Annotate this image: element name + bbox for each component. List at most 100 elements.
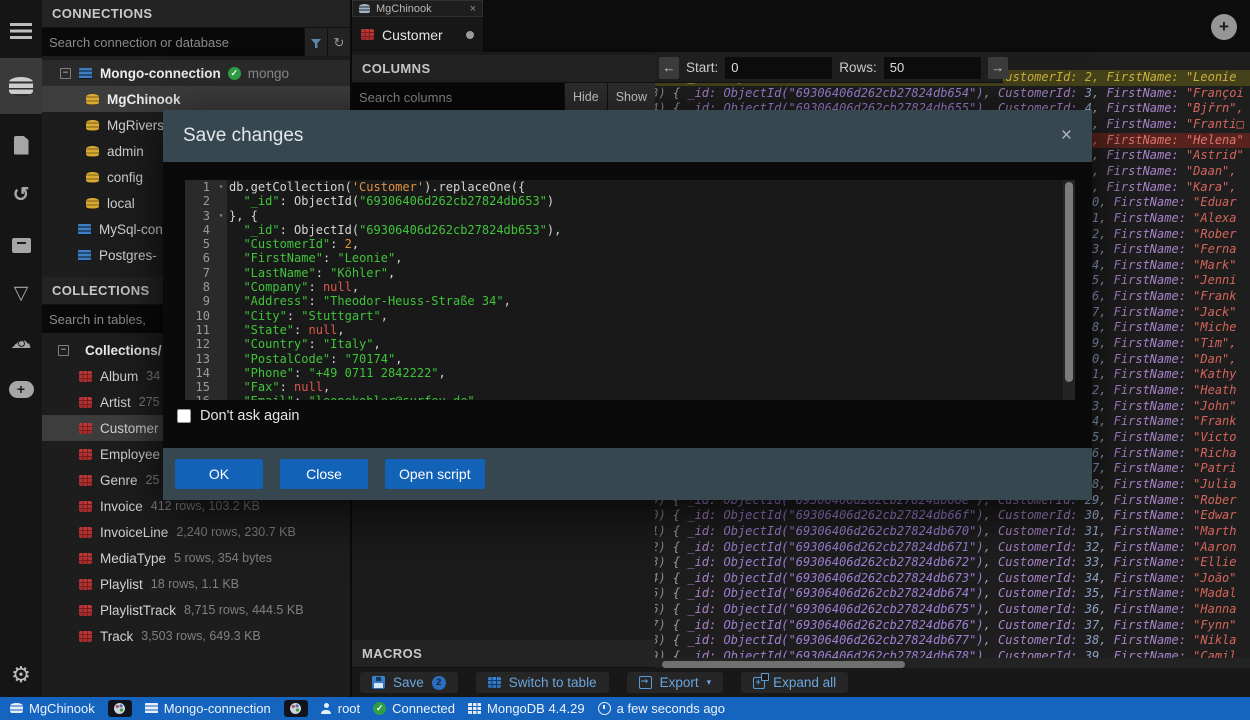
document-row[interactable]: 32) { _id: ObjectId("69306406d262cb27824…	[655, 540, 1250, 556]
ok-button[interactable]: OK	[175, 459, 263, 489]
code-line: 11 "State": null,	[185, 323, 1075, 337]
code-line: 7 "LastName": "Köhler",	[185, 266, 1075, 280]
show-button[interactable]: Show	[607, 83, 655, 111]
gear-icon[interactable]: ⚙	[0, 652, 42, 698]
status-database[interactable]: MgChinook	[10, 701, 95, 716]
table-icon	[361, 29, 374, 40]
expand-all-button[interactable]: Expand all	[741, 672, 848, 693]
pager-toolbar: ← Start: Rows: →	[655, 53, 1003, 83]
palette-icon	[290, 703, 301, 714]
tab-customer-label: Customer	[382, 27, 443, 43]
switch-to-table-button[interactable]: Switch to table	[476, 672, 609, 693]
page-back-button[interactable]: ←	[659, 57, 679, 79]
open-script-button[interactable]: Open script	[385, 459, 485, 489]
app-window: ↺ ▽ ☁ + ⚙ CONNECTIONS ↻ −Mongo-connectio…	[0, 0, 1250, 720]
refresh-icon[interactable]: ↻	[327, 28, 350, 56]
save-badge: 2	[432, 676, 446, 690]
document-row[interactable]: 34) { _id: ObjectId("69306406d262cb27824…	[655, 571, 1250, 587]
scrollbar-thumb[interactable]	[1065, 182, 1073, 382]
server-icon	[79, 68, 92, 79]
close-icon[interactable]: ×	[1061, 125, 1072, 147]
collection-item-invoiceline[interactable]: InvoiceLine2,240 rows, 230.7 KB	[42, 519, 350, 545]
macros-header: MACROS	[352, 640, 655, 668]
menu-icon[interactable]	[0, 8, 42, 54]
cloud-search-icon[interactable]: ☁	[0, 318, 42, 364]
status-bar: MgChinook Mongo-connection root ✓ Connec…	[0, 697, 1250, 720]
table-icon	[79, 631, 92, 642]
connections-search-input[interactable]	[42, 28, 304, 56]
archive-icon[interactable]	[0, 222, 42, 268]
save-button[interactable]: Save 2	[360, 672, 458, 693]
status-connected: ✓ Connected	[373, 701, 455, 716]
table-icon	[79, 397, 92, 408]
history-icon[interactable]: ↺	[0, 172, 42, 218]
code-line: 12 "Country": "Italy",	[185, 337, 1075, 351]
save-changes-modal: Save changes × 1▾db.getCollection('Custo…	[163, 110, 1092, 500]
table-icon	[79, 527, 92, 538]
tab-customer[interactable]: Customer	[352, 17, 483, 52]
add-pill-icon[interactable]: +	[0, 366, 42, 412]
code-line: 8 "Company": null,	[185, 280, 1075, 294]
script-editor[interactable]: 1▾db.getCollection('Customer').replaceOn…	[185, 180, 1075, 400]
connection-color-chip[interactable]	[284, 700, 308, 717]
database-icon	[86, 146, 99, 157]
fold-icon[interactable]: ▾	[215, 180, 227, 194]
collection-item-playlist[interactable]: Playlist18 rows, 1.1 KB	[42, 571, 350, 597]
tab-group-mgchinook[interactable]: MgChinook ×	[352, 0, 483, 17]
checkbox-icon[interactable]	[177, 409, 191, 423]
table-icon	[79, 605, 92, 616]
table-icon	[79, 475, 92, 486]
page-forward-button[interactable]: →	[988, 57, 1008, 79]
filter-triangle-icon[interactable]: ▽	[0, 270, 42, 316]
database-color-chip[interactable]	[108, 700, 132, 717]
columns-search-input[interactable]	[352, 83, 564, 111]
scrollbar-thumb[interactable]	[662, 661, 905, 668]
status-version: MongoDB 4.4.29	[468, 701, 585, 716]
connections-header: CONNECTIONS	[42, 0, 350, 28]
editor-scrollbar[interactable]	[1063, 180, 1075, 400]
new-tab-button[interactable]: +	[1211, 14, 1237, 40]
start-input[interactable]	[725, 57, 832, 79]
code-line: 10 "City": "Stuttgart",	[185, 309, 1075, 323]
fold-icon	[215, 366, 227, 380]
fold-icon[interactable]: ▾	[215, 209, 227, 223]
document-row[interactable]: 38) { _id: ObjectId("69306406d262cb27824…	[655, 633, 1250, 649]
document-row[interactable]: 35) { _id: ObjectId("69306406d262cb27824…	[655, 586, 1250, 602]
connection-item[interactable]: −Mongo-connection✓mongo	[42, 60, 350, 86]
close-button[interactable]: Close	[280, 459, 368, 489]
document-row[interactable]: 33) { _id: ObjectId("69306406d262cb27824…	[655, 555, 1250, 571]
table-icon	[79, 371, 92, 382]
collection-item-playlisttrack[interactable]: PlaylistTrack8,715 rows, 444.5 KB	[42, 597, 350, 623]
export-button[interactable]: Export ▾	[627, 672, 724, 693]
modal-title: Save changes	[183, 125, 303, 147]
database-icon	[86, 94, 99, 105]
document-row[interactable]: 3) { _id: ObjectId("69306406d262cb27824d…	[655, 86, 1250, 102]
collapse-icon[interactable]: −	[60, 68, 71, 79]
connected-check-icon: ✓	[228, 67, 241, 80]
fold-icon	[215, 323, 227, 337]
collection-item-track[interactable]: Track3,503 rows, 649.3 KB	[42, 623, 350, 649]
checkbox-label: Don't ask again	[200, 408, 300, 424]
collection-item-mediatype[interactable]: MediaType5 rows, 354 bytes	[42, 545, 350, 571]
fold-icon	[215, 280, 227, 294]
document-row[interactable]: 37) { _id: ObjectId("69306406d262cb27824…	[655, 618, 1250, 634]
collapse-icon[interactable]: −	[58, 345, 69, 356]
table-icon	[79, 579, 92, 590]
document-row[interactable]: 36) { _id: ObjectId("69306406d262cb27824…	[655, 602, 1250, 618]
modal-footer: OK Close Open script	[163, 448, 1092, 500]
file-nav-icon[interactable]	[0, 122, 42, 168]
filter-icon[interactable]	[304, 28, 327, 56]
dont-ask-again-checkbox[interactable]: Don't ask again	[177, 408, 300, 424]
rows-input[interactable]	[884, 57, 981, 79]
document-row[interactable]: 30) { _id: ObjectId("69306406d262cb27824…	[655, 508, 1250, 524]
database-item[interactable]: MgChinook	[42, 86, 350, 112]
database-nav-icon[interactable]	[0, 58, 42, 114]
grid-icon	[468, 703, 481, 714]
clock-icon	[598, 702, 611, 715]
fold-icon	[215, 237, 227, 251]
status-connection[interactable]: Mongo-connection	[145, 701, 271, 716]
document-row[interactable]: 31) { _id: ObjectId("69306406d262cb27824…	[655, 524, 1250, 540]
hide-button[interactable]: Hide	[564, 83, 607, 111]
close-icon[interactable]: ×	[470, 3, 476, 15]
fold-icon	[215, 337, 227, 351]
